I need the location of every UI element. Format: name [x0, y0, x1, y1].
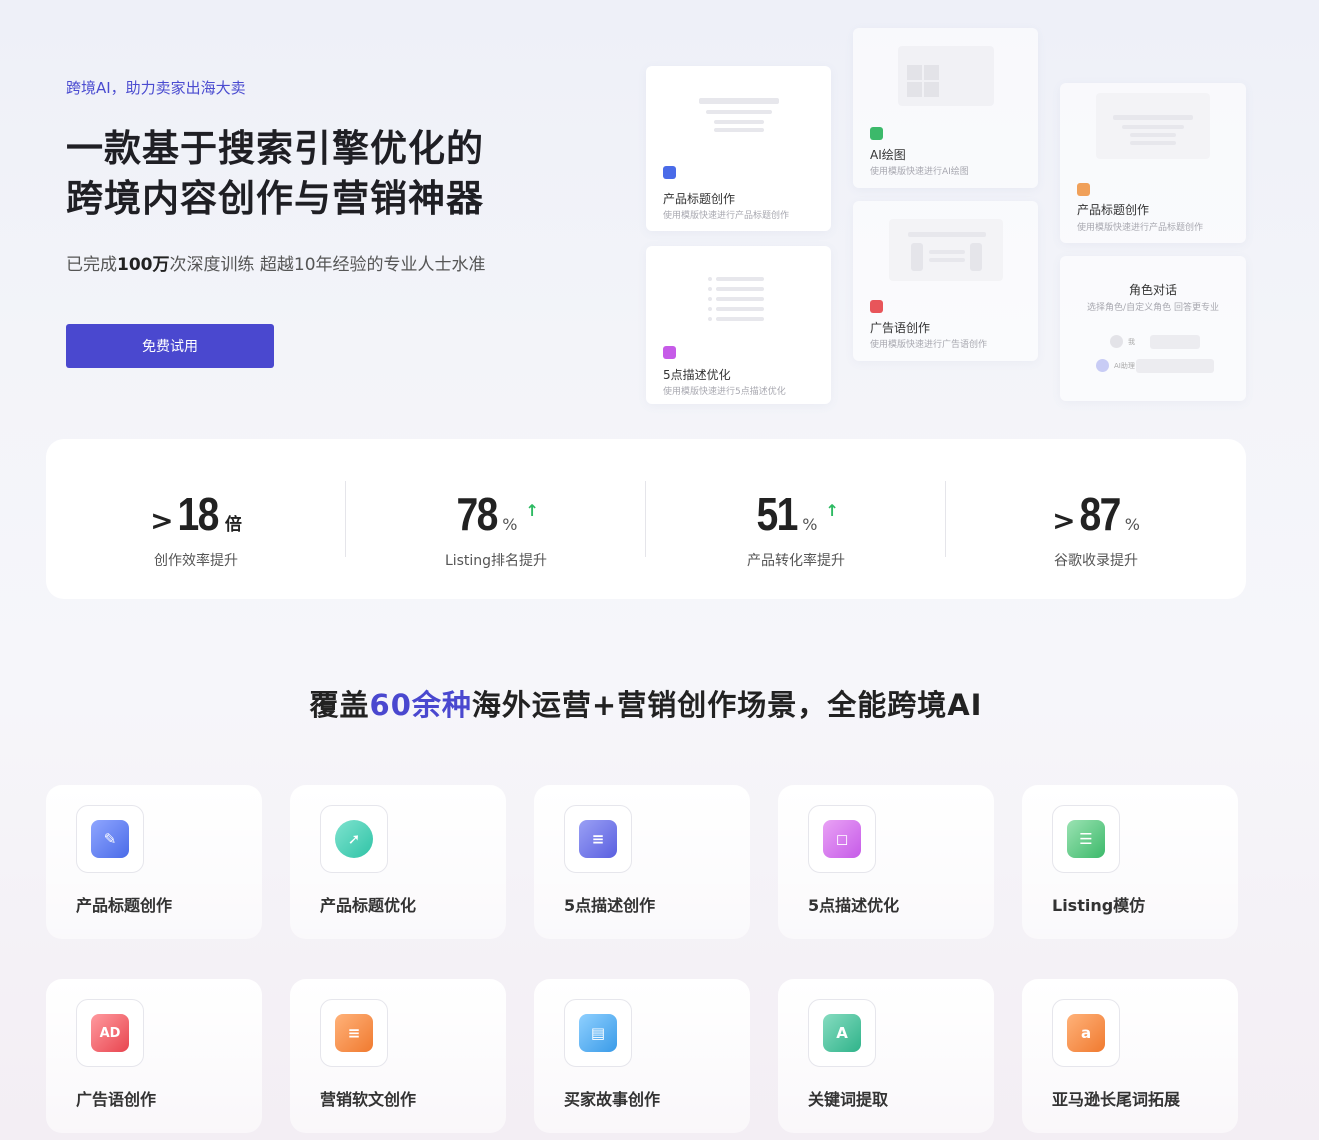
preview-card-title: 产品标题创作: [1077, 203, 1150, 217]
ai-label: AI助理: [1114, 362, 1135, 370]
feature-label: Listing模仿: [1052, 896, 1146, 915]
headline-line-2: 跨境内容创作与营销神器: [66, 177, 484, 220]
title-post: 海外运营+营销创作场景，全能跨境AI: [471, 688, 983, 722]
preview-card-desc: 使用模版快速进行产品标题创作: [1077, 223, 1204, 233]
preview-card-title-creation[interactable]: 产品标题创作 使用模版快速进行产品标题创作: [646, 66, 831, 231]
stat-label: Listing排名提升: [444, 553, 548, 569]
feature-card-ad-creation[interactable]: AD 广告语创作: [46, 979, 262, 1133]
stat-conversion: 51 % ↑ 产品转化率提升: [646, 439, 946, 599]
stat-efficiency: >18 倍 创作效率提升: [46, 439, 346, 599]
document-icon: ≡: [579, 820, 617, 858]
feature-card-title-optimize[interactable]: ➚ 产品标题优化: [290, 785, 506, 939]
amazon-icon: a: [1067, 1014, 1105, 1052]
hero-tagline: 跨境AI，助力卖家出海大卖: [66, 79, 246, 97]
stat-percent: %: [1124, 515, 1140, 534]
preview-card-ad-creation[interactable]: 广告语创作 使用模版快速进行广告语创作: [853, 201, 1038, 361]
preview-card-title: 5点描述优化: [663, 368, 731, 382]
preview-card-title-creation-2[interactable]: 产品标题创作 使用模版快速进行产品标题创作: [1060, 83, 1246, 243]
headline-line-1: 一款基于搜索引擎优化的: [66, 127, 484, 170]
preview-card-role-chat[interactable]: 角色对话 选择角色/自定义角色 回答更专业 我 AI助理: [1060, 256, 1246, 401]
preview-card-desc: 选择角色/自定义角色 回答更专业: [1087, 303, 1219, 313]
stat-percent: %: [502, 515, 518, 534]
preview-card-bullet-optimize[interactable]: 5点描述优化 使用模版快速进行5点描述优化: [646, 246, 831, 404]
arrow-up-icon: ↑: [525, 501, 539, 520]
stat-unit: 倍: [224, 515, 242, 535]
user-label: 我: [1128, 338, 1135, 346]
rocket-icon: ➚: [335, 820, 373, 858]
feature-card-soft-article[interactable]: ≡ 营销软文创作: [290, 979, 506, 1133]
pencil-doc-icon: [663, 166, 676, 179]
preview-card-desc: 使用模版快速进行5点描述优化: [663, 387, 786, 397]
section-title: 覆盖60余种海外运营+营销创作场景，全能跨境AI: [0, 682, 1292, 724]
feature-label: 买家故事创作: [564, 1090, 661, 1109]
preview-card-desc: 使用模版快速进行广告语创作: [870, 340, 988, 350]
feature-label: 关键词提取: [808, 1090, 889, 1109]
robot-icon: [1096, 359, 1109, 372]
subline-pre: 已完成: [66, 255, 117, 275]
book-icon: ▤: [579, 1014, 617, 1052]
preview-card-title: 广告语创作: [870, 321, 931, 335]
ad-icon: [870, 300, 883, 313]
title-highlight: 60余种: [369, 688, 472, 722]
feature-label: 产品标题优化: [320, 896, 417, 915]
user-avatar: [1110, 335, 1123, 348]
ad-icon: AD: [91, 1014, 129, 1052]
feature-label: 产品标题创作: [76, 896, 173, 915]
stat-google-index: >87% 谷歌收录提升: [946, 439, 1246, 599]
feature-card-listing-imitate[interactable]: ☰ Listing模仿: [1022, 785, 1238, 939]
clipboard-icon: [870, 127, 883, 140]
hero-subline: 已完成100万次深度训练 超越10年经验的专业人士水准: [66, 250, 486, 275]
stat-value: 78: [456, 488, 499, 540]
new-article-icon: ≡: [335, 1014, 373, 1052]
feature-card-amazon-longtail[interactable]: a 亚马逊长尾词拓展: [1022, 979, 1238, 1133]
clipboard-icon: ☰: [1067, 820, 1105, 858]
stat-prefix: >: [150, 504, 174, 537]
preview-card-title: 产品标题创作: [663, 192, 736, 206]
feature-label: 5点描述优化: [808, 896, 900, 915]
subline-post: 次深度训练 超越10年经验的专业人士水准: [169, 255, 486, 275]
feature-label: 营销软文创作: [320, 1090, 417, 1109]
feature-label: 5点描述创作: [564, 896, 656, 915]
feature-label: 广告语创作: [76, 1090, 157, 1109]
stat-prefix: >: [1052, 504, 1076, 537]
feature-card-buyer-story[interactable]: ▤ 买家故事创作: [534, 979, 750, 1133]
stats-panel: >18 倍 创作效率提升 78 % ↑ Listing排名提升 51 % ↑ 产品转化率提…: [46, 439, 1246, 599]
stat-label: 谷歌收录提升: [1054, 553, 1138, 569]
preview-card-title: 角色对话: [1128, 283, 1177, 297]
stat-value: 18: [177, 488, 219, 540]
feature-label: 亚马逊长尾词拓展: [1052, 1090, 1181, 1109]
bag-icon: ◻: [823, 820, 861, 858]
stat-value: 87: [1079, 488, 1121, 540]
preview-card-desc: 使用模版快速进行产品标题创作: [663, 211, 790, 221]
stat-value: 51: [756, 488, 799, 540]
stat-label: 创作效率提升: [154, 553, 238, 569]
arrow-up-icon: ↑: [825, 501, 839, 520]
keyword-search-icon: A: [823, 1014, 861, 1052]
document-icon: [1077, 183, 1090, 196]
preview-card-ai-drawing[interactable]: AI绘图 使用模版快速进行AI绘图: [853, 28, 1038, 188]
subline-bold: 100万: [117, 255, 170, 275]
free-trial-button[interactable]: 免费试用: [66, 324, 274, 368]
stat-percent: %: [802, 515, 818, 534]
preview-card-desc: 使用模版快速进行AI绘图: [870, 167, 969, 177]
hero-headline: 一款基于搜索引擎优化的 跨境内容创作与营销神器: [66, 124, 484, 224]
title-pre: 覆盖: [309, 688, 370, 722]
stat-listing-rank: 78 % ↑ Listing排名提升: [346, 439, 646, 599]
pencil-doc-icon: ✎: [91, 820, 129, 858]
feature-card-bullet-optimize[interactable]: ◻ 5点描述优化: [778, 785, 994, 939]
preview-card-title: AI绘图: [870, 148, 906, 162]
stat-label: 产品转化率提升: [747, 553, 845, 569]
bag-icon: [663, 346, 676, 359]
feature-card-bullet-creation[interactable]: ≡ 5点描述创作: [534, 785, 750, 939]
feature-card-keyword-extract[interactable]: A 关键词提取: [778, 979, 994, 1133]
feature-card-title-creation[interactable]: ✎ 产品标题创作: [46, 785, 262, 939]
